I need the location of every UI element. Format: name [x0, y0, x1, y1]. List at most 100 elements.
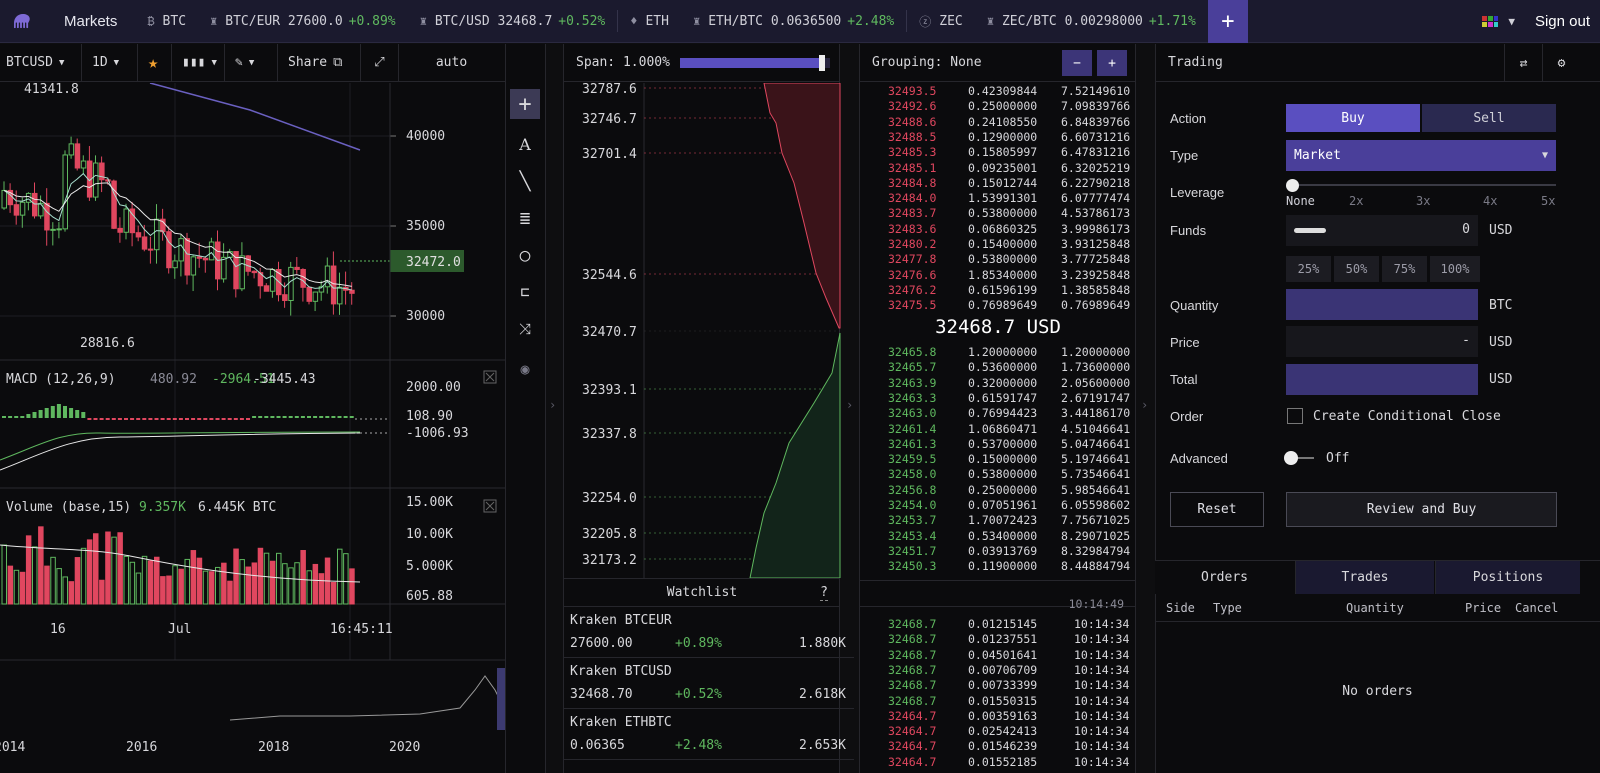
ask-row[interactable]: 32476.2 0.61596199 1.38585848 — [880, 283, 1170, 298]
bid-row[interactable]: 32465.7 0.53600000 1.73600000 — [880, 360, 1170, 375]
percent-button[interactable]: 75% — [1382, 256, 1427, 282]
tab-positions[interactable]: Positions — [1435, 561, 1580, 594]
add-tab-button[interactable]: + — [1207, 0, 1248, 43]
eye-icon[interactable]: ◉ — [512, 356, 538, 382]
watchlist-item[interactable]: Kraken ETHBTC 0.06365 +2.48% 2.653K — [564, 709, 854, 760]
ask-row[interactable]: 32485.1 0.09235001 6.32025219 — [880, 161, 1170, 176]
percent-button[interactable]: 25% — [1286, 256, 1331, 282]
ask-row[interactable]: 32480.2 0.15400000 3.93125848 — [880, 237, 1170, 252]
ask-row[interactable]: 32483.7 0.53800000 4.53786173 — [880, 206, 1170, 221]
bid-row[interactable]: 32463.0 0.76994423 3.44186170 — [880, 406, 1170, 421]
buy-button[interactable]: Buy — [1286, 104, 1420, 132]
chevron-down-icon[interactable]: ▼ — [1508, 15, 1515, 28]
span-slider-thumb[interactable] — [819, 54, 826, 71]
sell-button[interactable]: Sell — [1422, 104, 1556, 132]
swap-icon[interactable]: ⇄ — [1504, 44, 1542, 82]
percent-button[interactable]: 50% — [1334, 256, 1379, 282]
collapse-arrow-icon[interactable]: › — [846, 398, 853, 412]
bid-row[interactable]: 32456.8 0.25000000 5.98546641 — [880, 483, 1170, 498]
ticker-tab[interactable]: ♜ ETH/BTC 0.0636500 +2.48% — [681, 0, 906, 43]
ask-row[interactable]: 32493.5 0.42309844 7.52149610 — [880, 84, 1170, 99]
navigator-window[interactable] — [497, 668, 505, 730]
ask-row[interactable]: 32484.8 0.15012744 6.22790218 — [880, 176, 1170, 191]
ask-row[interactable]: 32484.0 1.53991301 6.07777474 — [880, 191, 1170, 206]
ask-row[interactable]: 32492.6 0.25000000 7.09839766 — [880, 99, 1170, 114]
grouping-minus-button[interactable]: − — [1062, 50, 1092, 76]
bid-row[interactable]: 32453.4 0.53400000 8.29071025 — [880, 529, 1170, 544]
fib-tool-icon[interactable]: ≣ — [512, 205, 538, 231]
symbol-select[interactable]: BTCUSD ▼ — [0, 43, 82, 82]
conditional-close-checkbox[interactable] — [1287, 408, 1303, 424]
ticker-tab[interactable]: ♜ BTC/EUR 27600.0 +0.89% — [198, 0, 408, 43]
circle-tool-icon[interactable]: ○ — [512, 242, 538, 268]
depth-chart[interactable]: 32787.6 32746.7 32701.4 32544.6 32470.7 32393… — [564, 83, 841, 578]
chart-type-button[interactable]: ▮▮▮ ▼ — [172, 43, 225, 82]
bid-row[interactable]: 32450.3 0.11900000 8.44884794 — [880, 559, 1170, 574]
watchlist-item[interactable]: Kraken BTCEUR 27600.00 +0.89% 1.880K — [564, 607, 854, 658]
crosshair-plus-icon[interactable]: + — [510, 89, 540, 119]
kraken-logo-icon[interactable] — [0, 0, 46, 43]
bid-row[interactable]: 32458.0 0.53800000 5.73546641 — [880, 467, 1170, 482]
order-cumulative: 6.60731216 — [1061, 129, 1131, 144]
bid-row[interactable]: 32451.7 0.03913769 8.32984794 — [880, 544, 1170, 559]
trade-row: 32468.7 0.01237551 10:14:34 — [880, 632, 1156, 647]
ask-row[interactable]: 32477.8 0.53800000 3.77725848 — [880, 252, 1170, 267]
funds-input[interactable]: 0 — [1286, 215, 1478, 246]
percent-button[interactable]: 100% — [1430, 256, 1480, 282]
draw-tool-button[interactable]: ✎ ▼ — [225, 43, 278, 82]
ask-row[interactable]: 32485.3 0.15805997 6.47831216 — [880, 145, 1170, 160]
fullscreen-icon[interactable]: ⤢ — [361, 43, 399, 82]
review-and-buy-button[interactable]: Review and Buy — [1286, 492, 1557, 527]
price-input[interactable]: - — [1286, 326, 1478, 357]
quantity-input[interactable] — [1286, 289, 1478, 320]
order-type-select[interactable]: Market ▼ — [1286, 140, 1556, 171]
ticker-tab[interactable]: ♜ ZEC/BTC 0.00298000 +1.71% — [975, 0, 1208, 43]
total-input[interactable] — [1286, 364, 1478, 395]
reset-button[interactable]: Reset — [1170, 492, 1264, 527]
ask-row[interactable]: 32476.6 1.85340000 3.23925848 — [880, 268, 1170, 283]
share-button[interactable]: Share ⧉ — [278, 43, 361, 82]
markets-button[interactable]: Markets — [46, 13, 135, 30]
ask-row[interactable]: 32488.6 0.24108550 6.84839766 — [880, 115, 1170, 130]
flag-icon[interactable] — [1482, 15, 1499, 27]
ticker-tab[interactable]: ₿ BTC — [135, 0, 198, 43]
ask-row[interactable]: 32488.5 0.12900000 6.60731216 — [880, 130, 1170, 145]
price-chart[interactable]: 40000 35000 30000 41341.8 28816.6 32472.0 MACD… — [0, 83, 505, 773]
favorite-star-icon[interactable]: ★ — [138, 43, 172, 82]
conditional-close-label[interactable]: Create Conditional Close — [1313, 409, 1501, 424]
ask-row[interactable]: 32483.6 0.06860325 3.99986173 — [880, 222, 1170, 237]
grouping-plus-button[interactable]: + — [1097, 50, 1127, 76]
close-pane-icon[interactable] — [485, 372, 495, 382]
ticker-tab[interactable]: ⓩ ZEC — [907, 0, 975, 43]
collapse-arrow-icon[interactable]: › — [549, 398, 556, 412]
pointer-tool-icon[interactable]: ⤨ — [512, 316, 538, 342]
bid-row[interactable]: 32461.4 1.06860471 4.51046641 — [880, 422, 1170, 437]
auto-scale-button[interactable]: auto — [399, 44, 504, 82]
bid-row[interactable]: 32463.3 0.61591747 2.67191747 — [880, 391, 1170, 406]
watchlist-item[interactable]: Kraken BTCUSD 32468.70 +0.52% 2.618K — [564, 658, 854, 709]
leverage-slider[interactable] — [1292, 184, 1556, 186]
gear-icon[interactable]: ⚙ — [1542, 44, 1580, 82]
sign-out-link[interactable]: Sign out — [1535, 13, 1590, 30]
bid-row[interactable]: 32454.0 0.07051961 6.05598602 — [880, 498, 1170, 513]
bid-row[interactable]: 32459.5 0.15000000 5.19746641 — [880, 452, 1170, 467]
measure-tool-icon[interactable]: ⊏ — [512, 279, 538, 305]
bid-row[interactable]: 32463.9 0.32000000 2.05600000 — [880, 376, 1170, 391]
help-icon[interactable]: ? — [820, 585, 828, 601]
bid-row[interactable]: 32453.7 1.70072423 7.75671025 — [880, 513, 1170, 528]
close-pane-icon[interactable] — [485, 501, 495, 511]
ticker-tab[interactable]: ♜ BTC/USD 32468.7 +0.52% — [408, 0, 618, 43]
interval-select[interactable]: 1D ▼ — [82, 43, 138, 82]
bid-row[interactable]: 32465.8 1.20000000 1.20000000 — [880, 345, 1170, 360]
text-tool-icon[interactable]: A — [512, 131, 538, 157]
advanced-toggle[interactable] — [1284, 451, 1316, 465]
ask-row[interactable]: 32475.5 0.76989649 0.76989649 — [880, 298, 1170, 313]
tab-orders[interactable]: Orders — [1155, 561, 1294, 594]
line-tool-icon[interactable]: ╲ — [512, 168, 538, 194]
leverage-slider-thumb[interactable] — [1286, 179, 1299, 192]
tab-trades[interactable]: Trades — [1295, 561, 1434, 594]
collapse-arrow-icon[interactable]: › — [1141, 398, 1148, 412]
ticker-tab[interactable]: ♦ ETH — [618, 0, 681, 43]
span-slider[interactable] — [679, 54, 830, 71]
bid-row[interactable]: 32461.3 0.53700000 5.04746641 — [880, 437, 1170, 452]
